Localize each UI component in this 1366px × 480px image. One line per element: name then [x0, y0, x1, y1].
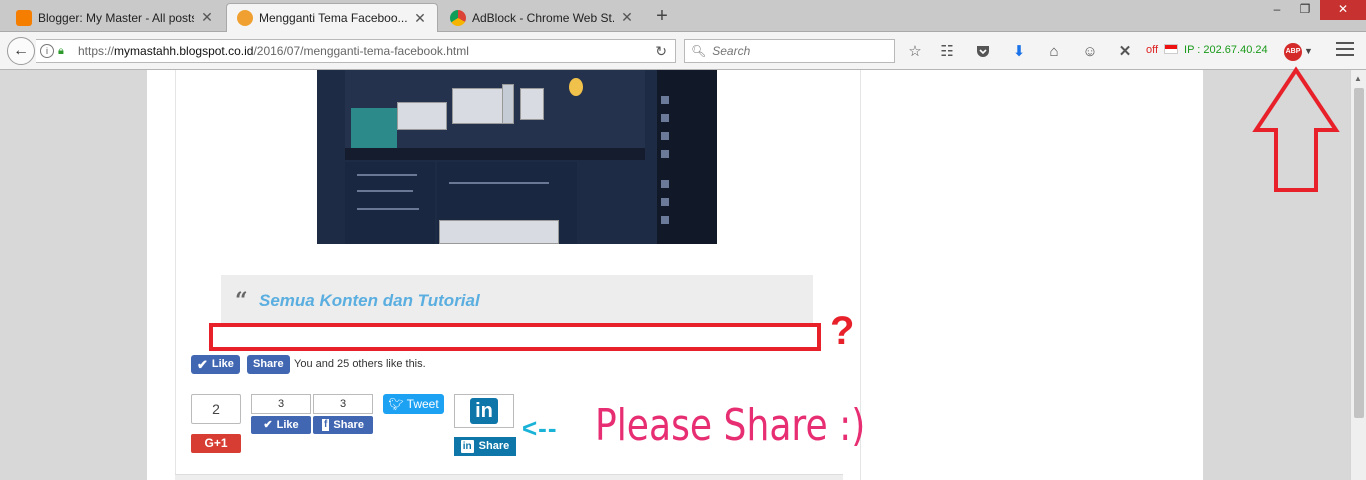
facebook-share-button[interactable]: Share	[247, 355, 290, 374]
address-bar[interactable]: i 🔒︎ https://mymastahh.blogspot.co.id/20…	[36, 39, 676, 63]
image-avatar	[661, 150, 669, 158]
url-scheme: https://	[78, 44, 115, 58]
tab-bar: Blogger: My Master - All posts ✕ Menggan…	[0, 0, 1366, 32]
tab-title: Blogger: My Master - All posts	[38, 10, 194, 25]
search-input[interactable]	[712, 44, 883, 58]
image-phone	[502, 84, 514, 124]
facebook-share-count: 3	[313, 394, 373, 414]
image-avatar	[661, 132, 669, 140]
chrome-webstore-favicon-icon	[450, 9, 466, 26]
checkmark-icon: ✔	[197, 357, 208, 372]
url-text[interactable]: https://mymastahh.blogspot.co.id/2016/07…	[78, 44, 469, 58]
close-tab-icon[interactable]: ✕	[200, 9, 214, 26]
minimize-button[interactable]: –	[1262, 0, 1292, 20]
flag-icon	[1164, 44, 1179, 54]
tab-mengganti-tema[interactable]: Mengganti Tema Faceboo... ✕	[226, 3, 438, 32]
star-icon[interactable]: ☆	[906, 43, 924, 61]
image-avatar	[661, 198, 669, 206]
close-tab-icon[interactable]: ✕	[413, 10, 427, 27]
scrollbar-thumb[interactable]	[1354, 88, 1364, 418]
proxy-status: off	[1146, 44, 1159, 56]
close-tab-icon[interactable]: ✕	[620, 9, 634, 26]
reload-icon[interactable]: ↻	[655, 43, 667, 60]
linkedin-share-button[interactable]: in Share	[454, 437, 516, 456]
image-monitor	[397, 102, 447, 130]
hamburger-menu-icon[interactable]	[1336, 42, 1354, 60]
annotation-arrow: <--	[522, 413, 558, 443]
tweet-button[interactable]: 🐦︎ Tweet	[383, 394, 444, 414]
lock-icon[interactable]: 🔒︎	[58, 45, 70, 57]
tab-adblock[interactable]: AdBlock - Chrome Web St... ✕	[440, 3, 644, 32]
like-count-text: You and 25 others like this.	[294, 358, 426, 370]
please-share-annotation: Please Share :)	[595, 400, 866, 451]
red-up-arrow-annotation	[1252, 66, 1340, 192]
tab-blogger[interactable]: Blogger: My Master - All posts ✕	[6, 3, 224, 32]
navigation-toolbar: i 🔒︎ https://mymastahh.blogspot.co.id/20…	[0, 32, 1366, 70]
tab-title: AdBlock - Chrome Web St...	[472, 10, 614, 25]
facebook-like-share-button[interactable]: ✔ Like	[251, 416, 311, 434]
image-text-line	[357, 190, 413, 192]
emoji-icon[interactable]: ☺	[1081, 43, 1099, 61]
home-icon[interactable]: ⌂	[1045, 43, 1063, 61]
checkmark-icon: ✔	[263, 419, 273, 431]
image-text-line	[449, 182, 549, 184]
restore-button[interactable]: ❐	[1290, 0, 1320, 20]
share-label: Share	[333, 419, 364, 431]
x-icon[interactable]: ✕	[1116, 43, 1134, 61]
image-avatar	[661, 180, 669, 188]
like-label: Like	[211, 358, 234, 370]
proxy-ip-indicator[interactable]: off IP : 202.67.40.24	[1146, 44, 1268, 56]
url-path: /2016/07/mengganti-tema-facebook.html	[253, 44, 469, 58]
image-embedded-shot	[439, 220, 559, 244]
red-highlight-box	[209, 323, 821, 351]
linkedin-logo-box[interactable]: in	[454, 394, 514, 428]
linkedin-small-icon: in	[460, 440, 474, 453]
search-box[interactable]: 🔍︎	[684, 39, 895, 63]
pocket-icon[interactable]	[974, 43, 992, 61]
tweet-label: Tweet	[406, 397, 439, 411]
facebook-like-count: 3	[251, 394, 311, 414]
twitter-bird-icon: 🐦︎	[388, 397, 407, 411]
reading-list-icon[interactable]: ☷	[938, 43, 956, 61]
image-navstrip	[345, 148, 645, 160]
image-avatar	[661, 216, 669, 224]
facebook-icon: f	[322, 419, 330, 431]
image-text-line	[357, 208, 419, 210]
fox-favicon-icon	[237, 10, 253, 26]
new-tab-button[interactable]: +	[650, 5, 674, 27]
facebook-share-count-button[interactable]: f Share	[313, 416, 373, 434]
blockquote: “ Semua Konten dan Tutorial	[221, 275, 813, 325]
download-icon[interactable]: ⬇︎	[1010, 43, 1028, 61]
share-label: Share	[478, 440, 510, 452]
adblock-plus-icon[interactable]: ABP	[1284, 43, 1302, 61]
info-icon[interactable]: i	[40, 44, 54, 58]
post-screenshot-image	[317, 70, 717, 244]
url-host: mymastahh.blogspot.co.id	[114, 44, 254, 58]
close-window-button[interactable]: ✕	[1320, 0, 1366, 20]
gplus-count: 2	[191, 394, 241, 424]
red-question-mark: ?	[830, 309, 855, 353]
linkedin-icon: in	[470, 398, 498, 424]
image-avatar	[661, 114, 669, 122]
scroll-up-icon[interactable]: ▲	[1354, 74, 1362, 83]
blogger-favicon-icon	[16, 9, 32, 26]
page-scrollbar[interactable]: ▲	[1350, 70, 1366, 480]
image-tablet	[520, 88, 544, 120]
image-bulb	[569, 78, 583, 96]
chevron-down-icon[interactable]: ▼	[1304, 46, 1313, 56]
like-label: Like	[276, 419, 299, 431]
comment-section-edge	[175, 474, 843, 480]
back-button[interactable]: ←	[7, 37, 35, 65]
tab-title: Mengganti Tema Faceboo...	[259, 11, 407, 25]
image-text-line	[357, 174, 417, 176]
quote-icon: “	[235, 288, 248, 314]
quote-text: Semua Konten dan Tutorial	[259, 291, 480, 310]
facebook-like-button[interactable]: ✔ Like	[191, 355, 240, 374]
search-icon: 🔍︎	[691, 44, 707, 58]
gplus-button[interactable]: G+1	[191, 434, 241, 453]
ip-address: IP : 202.67.40.24	[1184, 44, 1268, 56]
image-avatar	[661, 96, 669, 104]
